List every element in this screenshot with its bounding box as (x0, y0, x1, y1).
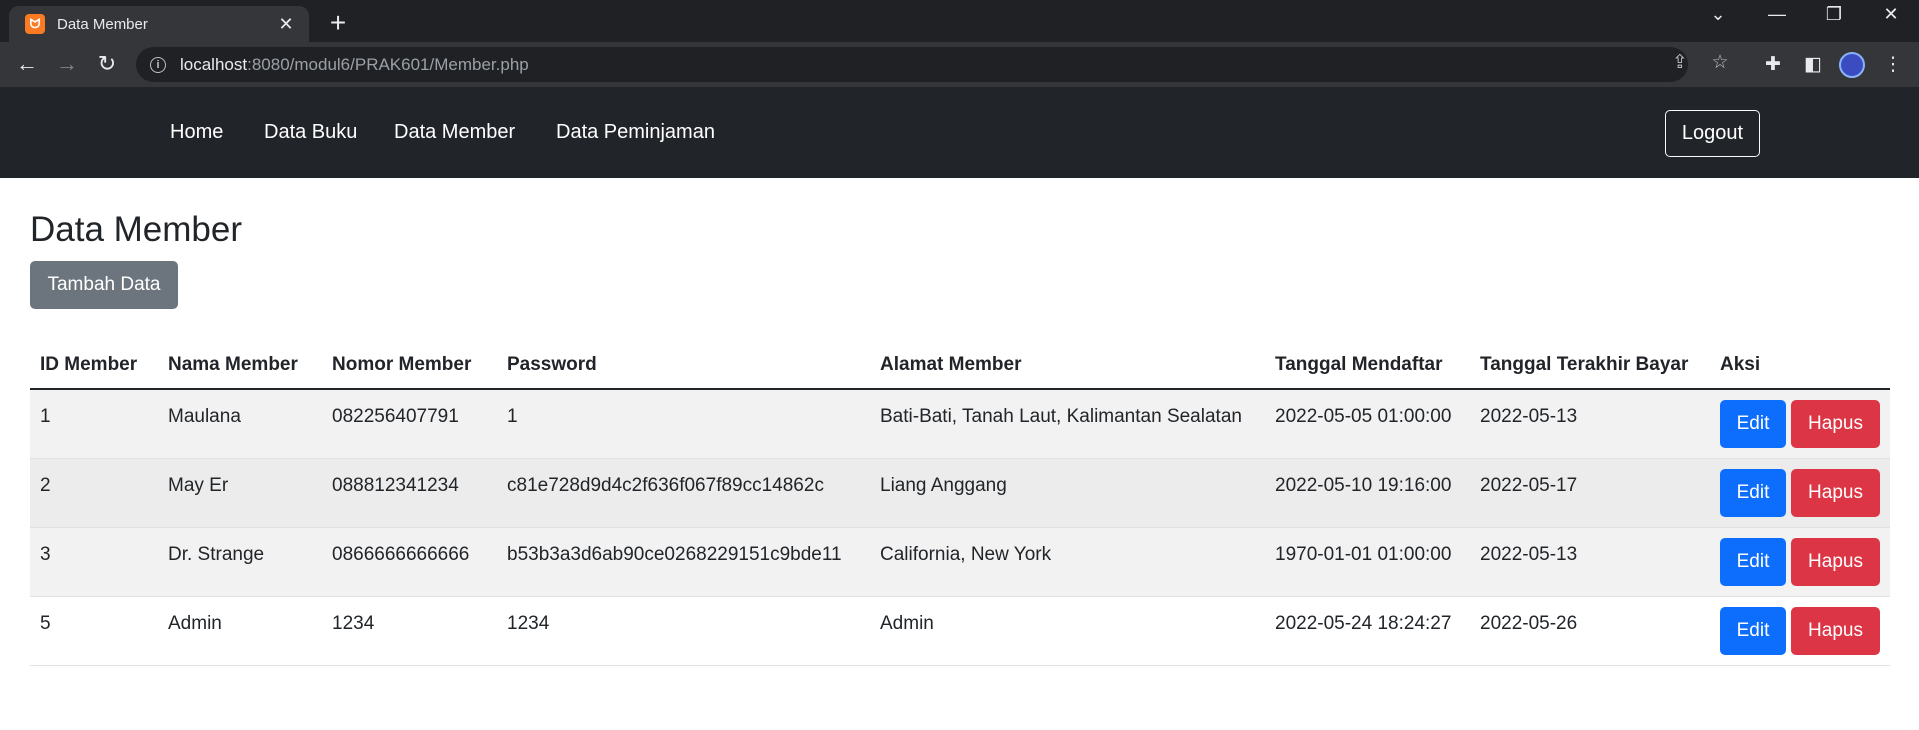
cell-id: 1 (30, 389, 158, 459)
nav-link-data-peminjaman[interactable]: Data Peminjaman (556, 121, 715, 144)
cell-tanggal-mendaftar: 1970-01-01 01:00:00 (1265, 527, 1470, 597)
profile-avatar[interactable] (1839, 52, 1865, 78)
cell-id: 5 (30, 596, 158, 666)
extensions-puzzle-icon[interactable]: ✚ (1759, 51, 1787, 79)
column-header-alamat: Alamat Member (870, 342, 1265, 390)
back-arrow-icon[interactable]: ← (12, 50, 42, 80)
tab-close-icon[interactable]: ✕ (275, 14, 297, 35)
cell-nomor: 088812341234 (322, 458, 497, 528)
cell-password: b53b3a3d6ab90ce0268229151c9bde11 (497, 527, 870, 597)
column-header-password: Password (497, 342, 870, 390)
cell-id: 3 (30, 527, 158, 597)
cell-alamat: Bati-Bati, Tanah Laut, Kalimantan Sealat… (870, 389, 1265, 459)
edit-button[interactable]: Edit (1720, 400, 1786, 448)
cell-password: 1 (497, 389, 870, 459)
url-path: :8080/modul6/PRAK601/Member.php (247, 54, 529, 74)
column-header-id: ID Member (30, 342, 158, 390)
cell-tanggal-terakhir-bayar: 2022-05-13 (1470, 527, 1710, 597)
cell-id: 2 (30, 458, 158, 528)
cell-alamat: California, New York (870, 527, 1265, 597)
table-header-row: ID Member Nama Member Nomor Member Passw… (30, 342, 1890, 390)
cell-nomor: 1234 (322, 596, 497, 666)
cell-password: 1234 (497, 596, 870, 666)
address-bar[interactable]: i localhost:8080/modul6/PRAK601/Member.p… (136, 47, 1729, 82)
cell-tanggal-terakhir-bayar: 2022-05-13 (1470, 389, 1710, 459)
browser-menu-icon[interactable]: ⋮ (1879, 51, 1907, 79)
bookmark-star-icon[interactable]: ☆ (1706, 51, 1734, 74)
new-tab-icon[interactable]: + (322, 8, 354, 40)
table-row: 5 Admin 1234 1234 Admin 2022-05-24 18:24… (30, 596, 1890, 666)
column-header-nomor: Nomor Member (322, 342, 497, 390)
delete-button[interactable]: Hapus (1791, 606, 1880, 655)
table-row: 1 Maulana 082256407791 1 Bati-Bati, Tana… (30, 389, 1890, 459)
tab-search-chevron-icon[interactable]: ⌄ (1698, 4, 1738, 25)
cell-alamat: Admin (870, 596, 1265, 666)
nav-link-home[interactable]: Home (170, 121, 223, 144)
column-header-tanggal-terakhir-bayar: Tanggal Terakhir Bayar (1470, 342, 1710, 390)
minimize-icon[interactable]: — (1757, 4, 1797, 25)
edit-button[interactable]: Edit (1720, 537, 1786, 586)
url-host: localhost (180, 54, 248, 74)
restore-icon[interactable]: ❐ (1814, 4, 1854, 25)
share-icon[interactable]: ⇪ (1666, 51, 1694, 74)
site-info-icon[interactable]: i (150, 56, 166, 73)
column-header-tanggal-mendaftar: Tanggal Mendaftar (1265, 342, 1470, 390)
browser-tab[interactable]: ᗢ Data Member ✕ (9, 6, 309, 42)
cell-nomor: 0866666666666 (322, 527, 497, 597)
column-header-nama: Nama Member (158, 342, 322, 390)
cell-aksi: Edit Hapus (1710, 458, 1890, 528)
column-header-aksi: Aksi (1710, 342, 1890, 390)
delete-button[interactable]: Hapus (1791, 537, 1880, 586)
xampp-favicon-icon: ᗢ (25, 14, 45, 34)
cell-nama: Maulana (158, 389, 322, 459)
cell-aksi: Edit Hapus (1710, 596, 1890, 666)
cell-aksi: Edit Hapus (1710, 389, 1890, 459)
nav-link-data-member[interactable]: Data Member (394, 121, 515, 144)
member-table: ID Member Nama Member Nomor Member Passw… (30, 342, 1890, 666)
edit-button[interactable]: Edit (1720, 468, 1786, 517)
reload-icon[interactable]: ↻ (92, 50, 122, 80)
browser-toolbar: ← → ↻ i localhost:8080/modul6/PRAK601/Me… (0, 42, 1919, 87)
app-navbar: Home Data Buku Data Member Data Peminjam… (0, 87, 1919, 178)
forward-arrow-icon[interactable]: → (52, 50, 82, 80)
tab-title: Data Member (57, 15, 148, 33)
cell-nama: Admin (158, 596, 322, 666)
delete-button[interactable]: Hapus (1791, 468, 1880, 517)
cell-nomor: 082256407791 (322, 389, 497, 459)
close-window-icon[interactable]: ✕ (1871, 4, 1911, 25)
cell-tanggal-terakhir-bayar: 2022-05-17 (1470, 458, 1710, 528)
cell-nama: May Er (158, 458, 322, 528)
cell-aksi: Edit Hapus (1710, 527, 1890, 597)
cell-nama: Dr. Strange (158, 527, 322, 597)
add-data-button[interactable]: Tambah Data (30, 261, 178, 309)
page-title: Data Member (30, 210, 243, 249)
nav-link-data-buku[interactable]: Data Buku (264, 121, 357, 144)
table-row: 2 May Er 088812341234 c81e728d9d4c2f636f… (30, 458, 1890, 528)
browser-tab-strip: ᗢ Data Member ✕ + ⌄ — ❐ ✕ (0, 0, 1919, 42)
edit-button[interactable]: Edit (1720, 606, 1786, 655)
delete-button[interactable]: Hapus (1791, 400, 1880, 448)
table-row: 3 Dr. Strange 0866666666666 b53b3a3d6ab9… (30, 527, 1890, 597)
logout-button[interactable]: Logout (1665, 110, 1760, 157)
cell-password: c81e728d9d4c2f636f067f89cc14862c (497, 458, 870, 528)
side-panel-icon[interactable]: ◧ (1799, 51, 1827, 79)
cell-tanggal-terakhir-bayar: 2022-05-26 (1470, 596, 1710, 666)
cell-tanggal-mendaftar: 2022-05-05 01:00:00 (1265, 389, 1470, 459)
cell-alamat: Liang Anggang (870, 458, 1265, 528)
cell-tanggal-mendaftar: 2022-05-10 19:16:00 (1265, 458, 1470, 528)
cell-tanggal-mendaftar: 2022-05-24 18:24:27 (1265, 596, 1470, 666)
